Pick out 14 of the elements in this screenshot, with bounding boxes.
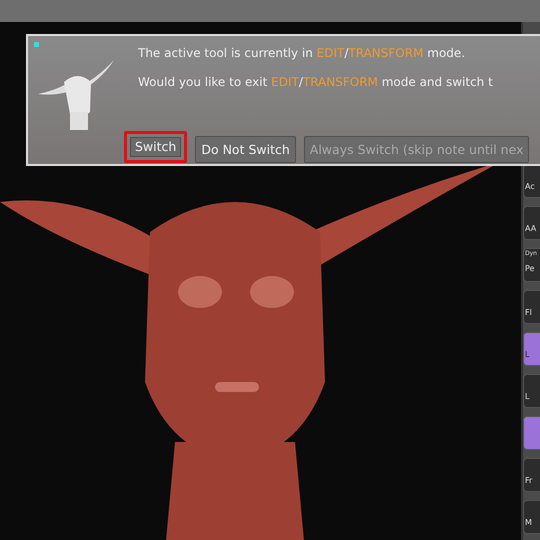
shelf-button[interactable]: M [523,500,540,534]
shelf-button[interactable] [523,416,540,450]
shelf-button[interactable]: AA [523,206,540,240]
shelf-button[interactable]: Fl [523,290,540,324]
dialog-button[interactable]: Switch [124,131,188,163]
shelf-button[interactable]: Ac [523,164,540,198]
square-icon [34,42,39,47]
message-text: Would you like to exit EDIT/TRANSFORM mode and switch t [138,74,493,90]
shelf-button[interactable]: L [523,374,540,408]
shelf-label: Pe [525,265,536,273]
shelf-button[interactable]: Fr [523,458,540,492]
dialog-button[interactable]: Do Not Switch [195,136,296,163]
shelf-button[interactable]: L [523,332,540,366]
message-text: The active tool is currently in EDIT/TRANSFORM mode. [138,45,466,61]
